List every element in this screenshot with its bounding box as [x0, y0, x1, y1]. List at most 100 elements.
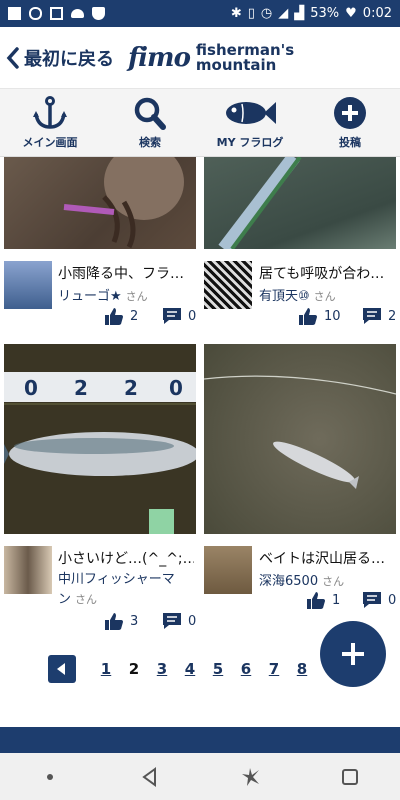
like-count[interactable]: 10	[298, 307, 341, 325]
prev-page-button[interactable]	[48, 655, 76, 683]
like-number: 10	[324, 308, 341, 324]
nav-my-log-label: MY フラログ	[216, 135, 284, 149]
post-photo[interactable]	[204, 157, 396, 249]
pagination: 1 2 3 4 5 6 7 8	[48, 655, 316, 683]
home-icon[interactable]	[239, 766, 261, 788]
back-triangle-icon[interactable]	[139, 766, 161, 788]
signal-icon: ▟	[294, 6, 305, 21]
thumbs-up-icon	[307, 592, 325, 609]
search-icon	[134, 97, 166, 130]
post-photo[interactable]	[204, 344, 396, 534]
author-name: 深海6500	[259, 574, 319, 589]
author-name: リューゴ★	[58, 289, 122, 304]
honorific: さん	[322, 575, 345, 588]
page-link-1[interactable]: 1	[92, 660, 120, 678]
nav-search[interactable]: 検索	[100, 89, 200, 156]
footer-band	[0, 727, 400, 753]
svg-text:0: 0	[24, 376, 38, 400]
comment-number: 2	[388, 308, 397, 324]
author-name-cont: ン	[58, 592, 72, 607]
comment-number: 0	[188, 308, 197, 324]
nav-main-label: メイン画面	[22, 135, 78, 149]
page-link-3[interactable]: 3	[148, 660, 176, 678]
status-bar: ✱ ▯ ◷ ◢ ▟ 53% ♥ 0:02	[0, 0, 400, 27]
logo[interactable]: fimo fisherman's mountain	[128, 42, 294, 74]
honorific: さん	[125, 290, 148, 303]
like-number: 2	[130, 308, 139, 324]
anchor-icon	[33, 95, 67, 129]
new-post-fab[interactable]	[320, 621, 386, 687]
page-link-4[interactable]: 4	[176, 660, 204, 678]
thumbs-up-icon	[105, 613, 123, 630]
post-author[interactable]: リューゴ★ さん	[58, 285, 148, 304]
recents-icon[interactable]	[339, 766, 361, 788]
nav-my-log[interactable]: MY フラログ	[200, 89, 300, 156]
page-link-8[interactable]: 8	[288, 660, 316, 678]
avatar[interactable]	[204, 261, 252, 309]
avatar[interactable]	[4, 261, 52, 309]
shield-icon	[92, 7, 105, 20]
cloud-icon	[71, 9, 84, 18]
page-link-7[interactable]: 7	[260, 660, 288, 678]
svg-text:2: 2	[124, 376, 138, 400]
dot-icon[interactable]	[39, 766, 61, 788]
svg-text:0: 0	[169, 376, 183, 400]
nav-main[interactable]: メイン画面	[0, 89, 100, 156]
back-to-top-button[interactable]: 最初に戻る	[6, 45, 114, 71]
post-author[interactable]: 深海6500 さん	[259, 570, 344, 589]
logo-line2: mountain	[195, 55, 277, 74]
author-name: 有頂天⑩	[259, 289, 310, 304]
post-title[interactable]: 小さいけど…(^_^;…	[58, 548, 194, 568]
thumbs-up-icon	[105, 308, 123, 325]
main-nav: メイン画面 検索 MY フラログ 投稿	[0, 89, 400, 157]
back-label: 最初に戻る	[24, 48, 114, 70]
wifi-icon: ◢	[278, 6, 289, 21]
plus-circle-icon	[334, 96, 366, 129]
nav-post-label: 投稿	[339, 135, 361, 149]
comment-icon	[363, 308, 381, 324]
post-author[interactable]: 有頂天⑩ さん	[259, 285, 336, 304]
svg-text:2: 2	[74, 376, 88, 400]
page-current: 2	[128, 660, 140, 678]
system-nav-bar	[0, 753, 400, 800]
image-icon	[50, 7, 63, 20]
nav-post[interactable]: 投稿	[300, 89, 400, 156]
nav-search-label: 検索	[139, 135, 161, 149]
comment-count[interactable]: 0	[162, 612, 196, 630]
vibrate-icon: ▯	[247, 6, 255, 21]
page-link-5[interactable]: 5	[204, 660, 232, 678]
clock: 0:02	[362, 6, 392, 21]
bug-icon	[29, 7, 42, 20]
honorific: さん	[75, 593, 98, 606]
notification-icon	[8, 7, 21, 20]
like-number: 1	[332, 592, 341, 608]
like-count[interactable]: 1	[306, 591, 340, 609]
like-count[interactable]: 3	[104, 612, 138, 630]
thumbs-up-icon	[299, 308, 317, 325]
comment-count[interactable]: 0	[162, 307, 196, 325]
comment-number: 0	[388, 592, 397, 608]
fish-icon	[226, 101, 276, 124]
comment-icon	[363, 592, 381, 608]
battery-percent: 53%	[310, 6, 340, 21]
post-author[interactable]: 中川フィッシャーマ ンさん	[58, 570, 194, 610]
comment-count[interactable]: 2	[362, 307, 396, 325]
page-link-6[interactable]: 6	[232, 660, 260, 678]
comment-icon	[163, 613, 181, 629]
comment-count[interactable]: 0	[362, 591, 396, 609]
avatar[interactable]	[4, 546, 52, 594]
app-header: 最初に戻る fimo fisherman's mountain	[0, 27, 400, 89]
comment-number: 0	[188, 613, 197, 629]
honorific: さん	[313, 290, 336, 303]
logo-fimo: fimo	[128, 42, 191, 73]
caret-left-icon	[57, 663, 65, 675]
post-title[interactable]: 小雨降る中、フラ…	[58, 263, 194, 283]
post-photo[interactable]	[4, 157, 196, 249]
post-title[interactable]: 居ても呼吸が合わ…	[259, 263, 395, 283]
chevron-left-icon	[6, 46, 19, 69]
avatar[interactable]	[204, 546, 252, 594]
post-title[interactable]: ベイトは沢山居る…	[259, 548, 395, 568]
post-photo[interactable]: 0 2 2 0	[4, 344, 196, 534]
like-count[interactable]: 2	[104, 307, 138, 325]
bluetooth-icon: ✱	[230, 6, 242, 21]
